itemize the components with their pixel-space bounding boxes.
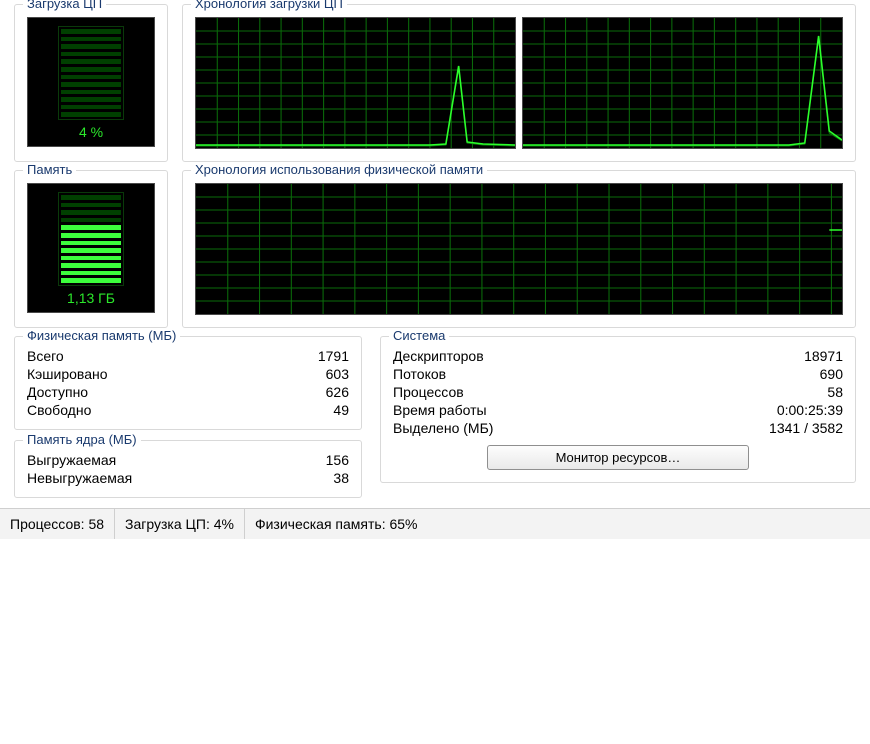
- mem-history-group: Хронология использования физической памя…: [182, 170, 856, 328]
- kernel-memory-group: Память ядра (МБ) Выгружаемая156 Невыгруж…: [14, 440, 362, 498]
- system-title: Система: [389, 328, 449, 343]
- table-row: Выделено (МБ)1341 / 3582: [391, 419, 845, 437]
- physical-memory-title: Физическая память (МБ): [23, 328, 180, 343]
- table-row: Дескрипторов18971: [391, 347, 845, 365]
- cpu-history-title: Хронология загрузки ЦП: [191, 0, 347, 11]
- table-row: Выгружаемая156: [25, 451, 351, 469]
- table-row: Потоков690: [391, 365, 845, 383]
- mem-gauge-group: Память 1,13 ГБ: [14, 170, 168, 328]
- kernel-memory-table: Выгружаемая156 Невыгружаемая38: [25, 451, 351, 487]
- physical-memory-group: Физическая память (МБ) Всего1791 Кэширов…: [14, 336, 362, 430]
- system-table: Дескрипторов18971 Потоков690 Процессов58…: [391, 347, 845, 437]
- table-row: Процессов58: [391, 383, 845, 401]
- cpu-gauge-title: Загрузка ЦП: [23, 0, 106, 11]
- cpu-gauge: 4 %: [27, 17, 155, 147]
- cpu-history-graph-left: [195, 17, 516, 149]
- table-row: Кэшировано603: [25, 365, 351, 383]
- mem-history-graph: [195, 183, 843, 315]
- cpu-history-graph-right: [522, 17, 843, 149]
- table-row: Доступно626: [25, 383, 351, 401]
- status-processes: Процессов: 58: [0, 509, 115, 539]
- physical-memory-table: Всего1791 Кэшировано603 Доступно626 Своб…: [25, 347, 351, 419]
- kernel-memory-title: Память ядра (МБ): [23, 432, 141, 447]
- table-row: Всего1791: [25, 347, 351, 365]
- status-memory: Физическая память: 65%: [245, 509, 428, 539]
- status-cpu: Загрузка ЦП: 4%: [115, 509, 245, 539]
- resource-monitor-button[interactable]: Монитор ресурсов…: [487, 445, 749, 470]
- table-row: Свободно49: [25, 401, 351, 419]
- table-row: Время работы0:00:25:39: [391, 401, 845, 419]
- status-bar: Процессов: 58 Загрузка ЦП: 4% Физическая…: [0, 508, 870, 539]
- cpu-history-group: Хронология загрузки ЦП: [182, 4, 856, 162]
- mem-history-title: Хронология использования физической памя…: [191, 162, 487, 177]
- mem-gauge: 1,13 ГБ: [27, 183, 155, 313]
- mem-gauge-title: Память: [23, 162, 76, 177]
- system-group: Система Дескрипторов18971 Потоков690 Про…: [380, 336, 856, 483]
- cpu-gauge-value: 4 %: [79, 124, 103, 140]
- cpu-gauge-group: Загрузка ЦП 4 %: [14, 4, 168, 162]
- table-row: Невыгружаемая38: [25, 469, 351, 487]
- mem-gauge-value: 1,13 ГБ: [67, 290, 115, 306]
